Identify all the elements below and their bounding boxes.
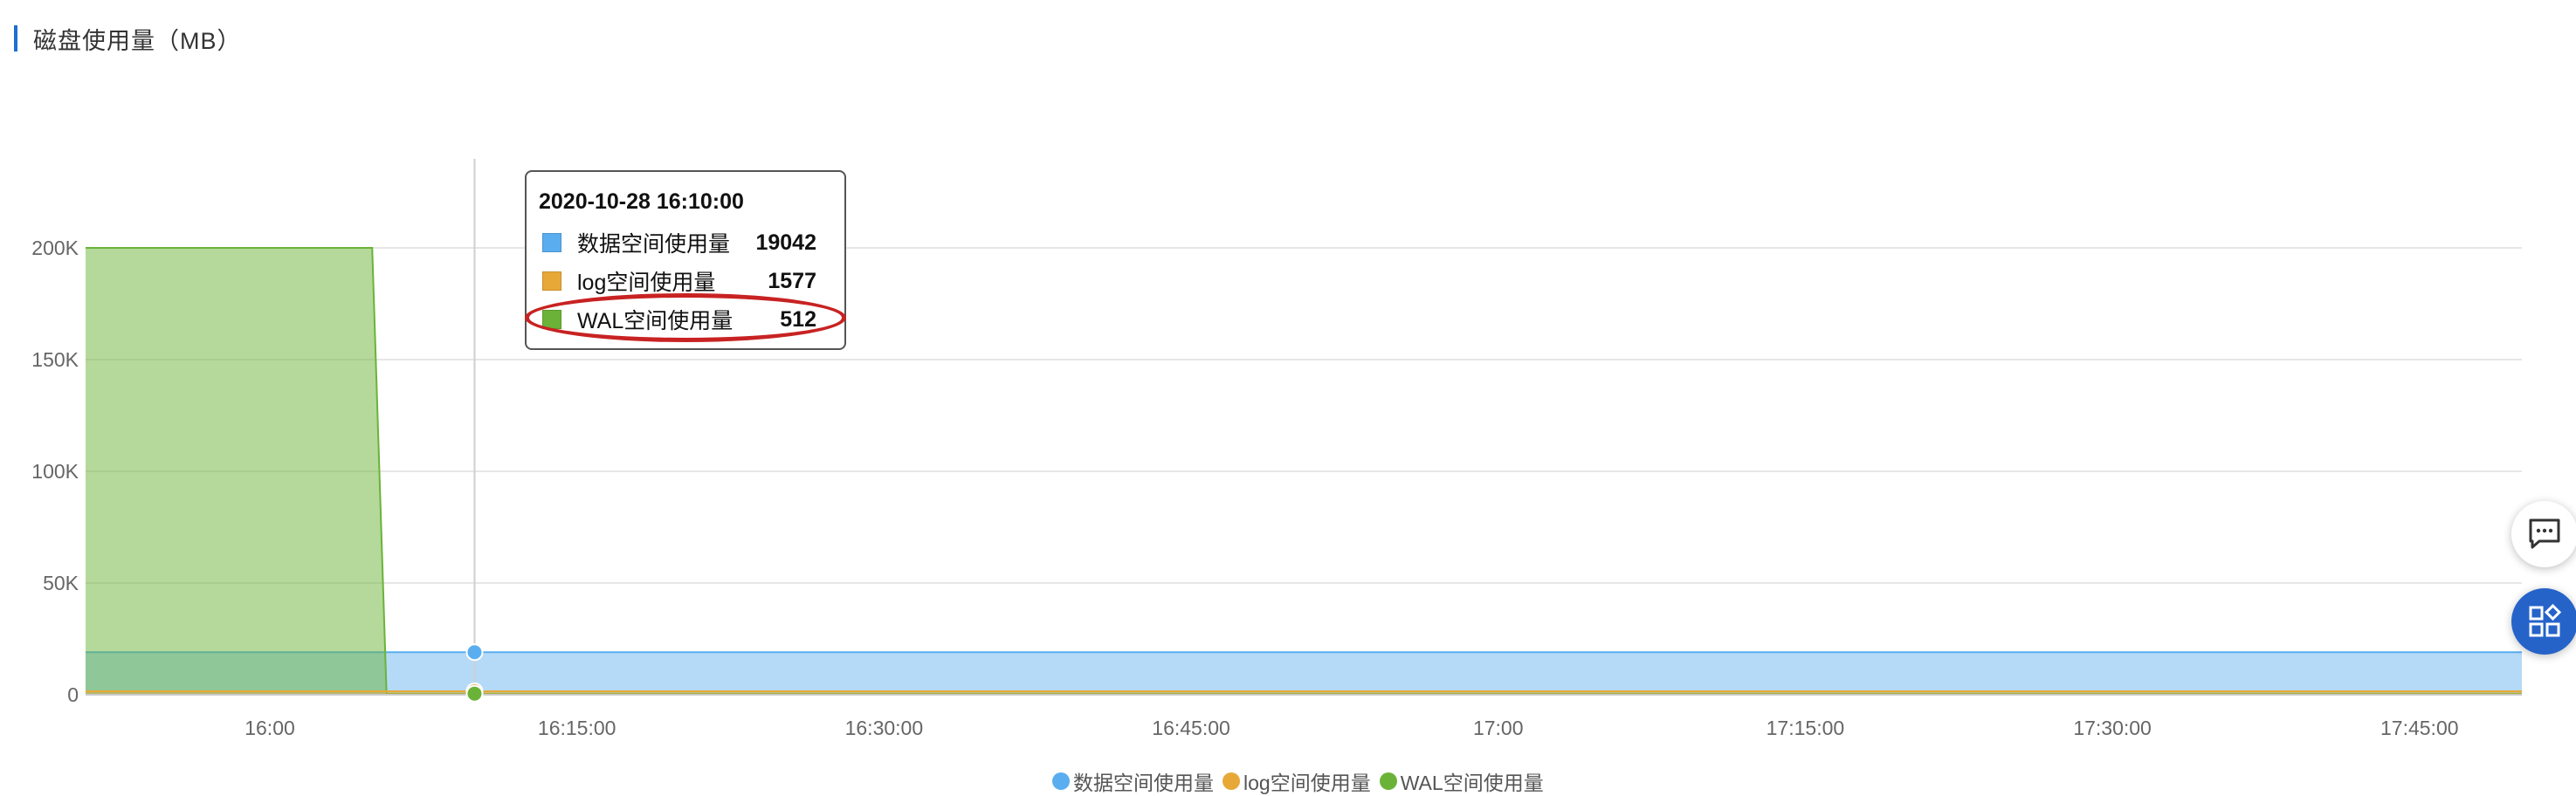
legend-label-data: 数据空间使用量 bbox=[1073, 772, 1214, 794]
disk-usage-chart[interactable]: 0 50K 100K 150K 200K 16:00 16:15:00 16:30:00 16:… bbox=[0, 0, 2576, 782]
apps-icon bbox=[2529, 604, 2562, 637]
tooltip-time: 2020-10-28 16:10:00 bbox=[539, 189, 744, 214]
tooltip-value-data: 19042 bbox=[755, 230, 816, 255]
y-tick-label: 150K bbox=[31, 348, 79, 371]
tooltip-value-log: 1577 bbox=[768, 268, 816, 293]
chat-button[interactable] bbox=[2511, 501, 2576, 567]
legend-item-data[interactable]: 数据空间使用量 bbox=[1052, 766, 1214, 796]
legend-label-log: log空间使用量 bbox=[1243, 772, 1371, 794]
x-tick-label: 17:45:00 bbox=[2380, 717, 2459, 739]
highlight-annotation-oval bbox=[525, 293, 846, 342]
x-tick-label: 17:30:00 bbox=[2073, 717, 2152, 739]
x-tick-label: 16:45:00 bbox=[1152, 717, 1230, 739]
y-tick-label: 100K bbox=[31, 460, 79, 483]
x-tick-label: 16:00 bbox=[245, 717, 295, 739]
y-tick-label: 0 bbox=[67, 683, 79, 706]
x-tick-label: 17:15:00 bbox=[1767, 717, 1845, 739]
legend-dot-wal bbox=[1379, 772, 1397, 790]
legend-dot-log bbox=[1223, 772, 1240, 790]
y-tick-label: 50K bbox=[43, 572, 79, 594]
y-tick-label: 200K bbox=[31, 237, 79, 259]
series-area bbox=[86, 652, 2522, 695]
x-tick-label: 16:15:00 bbox=[538, 717, 616, 739]
tooltip-name-log: log空间使用量 bbox=[577, 271, 716, 295]
x-tick-label: 17:00 bbox=[1473, 717, 1524, 739]
chat-icon bbox=[2529, 518, 2560, 549]
legend-item-log[interactable]: log空间使用量 bbox=[1223, 766, 1371, 796]
hover-marker bbox=[465, 684, 484, 703]
x-tick-label: 16:30:00 bbox=[845, 717, 924, 739]
chart-legend: 数据空间使用量 log空间使用量 WAL空间使用量 bbox=[1052, 766, 1553, 796]
tooltip-name-data: 数据空间使用量 bbox=[577, 232, 731, 257]
hover-marker bbox=[465, 643, 484, 662]
tooltip-swatch-log bbox=[542, 271, 561, 291]
legend-item-wal[interactable]: WAL空间使用量 bbox=[1379, 766, 1544, 796]
apps-button[interactable] bbox=[2511, 588, 2576, 655]
legend-dot-data bbox=[1052, 772, 1070, 790]
legend-label-wal: WAL空间使用量 bbox=[1400, 772, 1544, 794]
tooltip-swatch-data bbox=[542, 233, 561, 252]
tooltip-row-data: 数据空间使用量 19042 bbox=[539, 223, 832, 262]
